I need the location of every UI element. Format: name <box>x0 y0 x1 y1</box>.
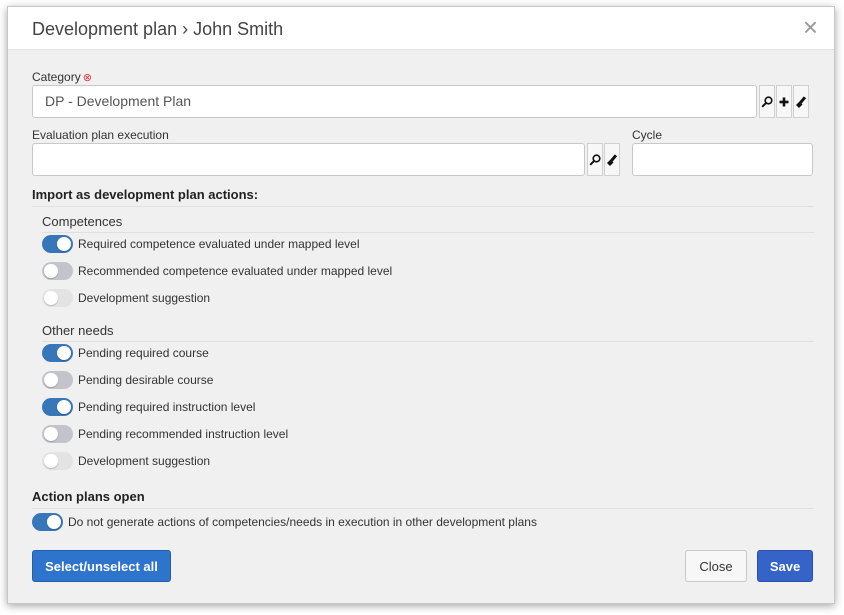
toggle-switch[interactable] <box>42 398 73 416</box>
toggle-row[interactable]: Do not generate actions of competencies/… <box>32 512 537 532</box>
toggle-row[interactable]: Pending required course <box>42 343 209 363</box>
toggle-switch <box>42 289 73 307</box>
select-unselect-all-button[interactable]: Select/unselect all <box>32 550 171 582</box>
clear-icon[interactable] <box>793 85 809 118</box>
toggle-switch[interactable] <box>42 344 73 362</box>
toggle-label: Pending desirable course <box>78 373 214 387</box>
toggle-label: Development suggestion <box>78 291 211 305</box>
toggle-knob <box>44 427 58 441</box>
toggle-label: Pending recommended instruction level <box>78 427 289 441</box>
toggle-row[interactable]: Pending required instruction level <box>42 397 255 417</box>
close-icon[interactable]: × <box>803 14 818 40</box>
add-icon[interactable] <box>776 85 792 118</box>
search-icon[interactable] <box>587 143 603 176</box>
evaluation-plan-input[interactable] <box>32 143 585 176</box>
toggle-switch[interactable] <box>42 235 73 253</box>
toggle-label: Recommended competence evaluated under m… <box>78 264 393 278</box>
action-plans-title: Action plans open <box>32 489 814 509</box>
save-button[interactable]: Save <box>757 550 813 582</box>
toggle-row[interactable]: Recommended competence evaluated under m… <box>42 261 392 281</box>
dialog-header: Development plan › John Smith × <box>8 7 834 50</box>
toggle-knob <box>44 291 58 305</box>
toggle-knob <box>57 400 71 414</box>
toggle-row: Development suggestion <box>42 288 210 308</box>
evaluation-plan-label: Evaluation plan execution <box>32 128 169 142</box>
clear-icon[interactable] <box>604 143 620 176</box>
category-label: Category ⊗ <box>32 70 92 84</box>
toggle-label: Pending required course <box>78 346 209 360</box>
toggle-knob <box>44 373 58 387</box>
toggle-switch[interactable] <box>32 513 63 531</box>
import-section-title: Import as development plan actions: <box>32 187 814 207</box>
toggle-knob <box>57 237 71 251</box>
toggle-switch <box>42 452 73 470</box>
required-icon: ⊗ <box>82 72 92 84</box>
toggle-knob <box>47 515 61 529</box>
toggle-switch[interactable] <box>42 262 73 280</box>
toggle-row[interactable]: Pending recommended instruction level <box>42 424 288 444</box>
other-needs-title: Other needs <box>42 323 814 342</box>
competences-title: Competences <box>42 214 814 233</box>
toggle-switch[interactable] <box>42 425 73 443</box>
development-plan-dialog: Development plan › John Smith × Category… <box>7 6 835 604</box>
category-input[interactable]: DP - Development Plan <box>32 85 757 118</box>
toggle-knob <box>57 346 71 360</box>
toggle-row[interactable]: Pending desirable course <box>42 370 213 390</box>
dialog-title: Development plan › John Smith <box>32 19 284 39</box>
toggle-label: Pending required instruction level <box>78 400 256 414</box>
cycle-input[interactable] <box>632 143 813 176</box>
toggle-knob <box>44 454 58 468</box>
toggle-row[interactable]: Required competence evaluated under mapp… <box>42 234 360 254</box>
toggle-row: Development suggestion <box>42 451 210 471</box>
toggle-knob <box>44 264 58 278</box>
toggle-label: Development suggestion <box>78 454 211 468</box>
search-icon[interactable] <box>759 85 775 118</box>
close-button[interactable]: Close <box>685 550 747 582</box>
toggle-label: Do not generate actions of competencies/… <box>68 515 537 529</box>
toggle-label: Required competence evaluated under mapp… <box>78 237 360 251</box>
cycle-label: Cycle <box>632 128 663 142</box>
toggle-switch[interactable] <box>42 371 73 389</box>
